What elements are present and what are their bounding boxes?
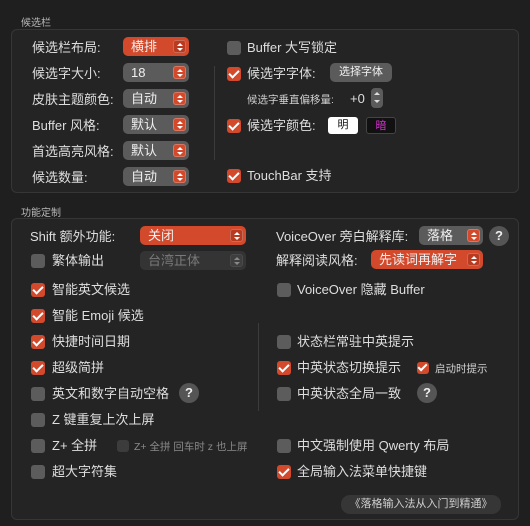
candidate-color-label: 候选字颜色: [247,118,316,133]
buffer-style-popup[interactable]: 默认 [123,115,189,134]
popup-arrows-icon [173,66,186,79]
choose-font-button[interactable]: 选择字体 [330,63,392,82]
voiceover-help-icon[interactable]: ? [489,226,509,246]
big-charset-label: 超大字符集 [52,464,118,479]
super-jianpin-label: 超级简拼 [52,360,105,375]
global-menu-shortcut-checkbox[interactable] [277,465,291,479]
highlight-style-label: 首选高亮风格: [32,144,114,159]
traditional-variant-popup: 台湾正体 [140,251,246,270]
startup-hint-checkbox[interactable] [417,362,429,374]
auto-space-help-icon[interactable]: ? [179,383,199,403]
touchbar-label: TouchBar 支持 [247,168,332,183]
force-qwerty-label: 中文强制使用 Qwerty 布局 [297,438,450,453]
auto-space-label: 英文和数字自动空格 [52,386,170,401]
traditional-output-checkbox[interactable] [31,254,45,268]
guide-link-button[interactable]: 《落格输入法从入门到精通》 [341,495,501,514]
vertical-offset-stepper[interactable] [371,88,383,108]
shift-function-value: 关闭 [148,228,175,243]
z-full-checkbox[interactable] [31,439,45,453]
font-size-value: 18 [131,65,146,80]
popup-arrows-icon [230,254,243,267]
count-label: 候选数量: [32,170,88,185]
column-divider [258,323,259,411]
force-qwerty-checkbox[interactable] [277,439,291,453]
global-state-help-icon[interactable]: ? [417,383,437,403]
quick-datetime-label: 快捷时间日期 [52,334,131,349]
skin-value: 自动 [131,91,158,106]
buffer-style-value: 默认 [131,117,158,132]
buffer-style-label: Buffer 风格: [32,118,100,133]
font-size-popup[interactable]: 18 [123,63,189,82]
smart-emoji-checkbox[interactable] [31,309,45,323]
reading-style-value: 先读词再解字 [379,252,458,267]
z-repeat-checkbox[interactable] [31,413,45,427]
font-size-label: 候选字大小: [32,66,101,81]
global-state-checkbox[interactable] [277,387,291,401]
count-popup[interactable]: 自动 [123,167,189,186]
popup-arrows-icon [230,229,243,242]
popup-arrows-icon [173,92,186,105]
z-full-label: Z+ 全拼 [52,438,98,453]
candidate-font-label: 候选字字体: [247,66,316,81]
vertical-offset-label: 候选字垂直偏移量: [247,94,334,106]
voiceover-hide-buffer-label: VoiceOver 隐藏 Buffer [297,282,425,297]
candidate-bar-section-title: 候选栏 [21,18,51,29]
status-bar-hint-checkbox[interactable] [277,335,291,349]
traditional-variant-value: 台湾正体 [148,253,201,268]
skin-label: 皮肤主题颜色: [32,92,114,107]
shift-function-label: Shift 额外功能: [30,229,116,244]
cn-en-switch-hint-checkbox[interactable] [277,361,291,375]
candidate-color-checkbox[interactable] [227,119,241,133]
quick-datetime-checkbox[interactable] [31,335,45,349]
features-section-title: 功能定制 [21,208,61,219]
buffer-caps-lock-label: Buffer 大写锁定 [247,40,338,55]
voiceover-hide-buffer-checkbox[interactable] [277,283,291,297]
popup-arrows-icon [173,40,186,53]
big-charset-checkbox[interactable] [31,465,45,479]
z-full-enter-label: Z+ 全拼 回车时 z 也上屏 [134,441,248,453]
highlight-style-popup[interactable]: 默认 [123,141,189,160]
startup-hint-label: 启动时提示 [435,363,488,375]
voiceover-lib-popup[interactable]: 落格 [419,226,483,245]
dark-color-swatch[interactable]: 暗 [366,117,396,134]
reading-style-label: 解释阅读风格: [276,253,358,268]
column-divider [214,66,215,160]
status-bar-hint-label: 状态栏常驻中英提示 [297,334,415,349]
vertical-offset-value: +0 [350,91,365,106]
global-menu-shortcut-label: 全局输入法菜单快捷键 [297,464,428,479]
reading-style-popup[interactable]: 先读词再解字 [371,250,483,269]
candidate-font-checkbox[interactable] [227,67,241,81]
smart-emoji-label: 智能 Emoji 候选 [52,308,144,323]
buffer-caps-lock-checkbox[interactable] [227,41,241,55]
popup-arrows-icon [173,144,186,157]
light-color-swatch[interactable]: 明 [328,117,358,134]
global-state-label: 中英状态全局一致 [297,386,402,401]
z-full-enter-checkbox [117,440,129,452]
popup-arrows-icon [467,253,480,266]
features-panel: Shift 额外功能: 关闭 VoiceOver 旁白解释库: 落格 ? 繁体输… [11,218,519,520]
cn-en-switch-hint-label: 中英状态切换提示 [297,360,402,375]
voiceover-lib-label: VoiceOver 旁白解释库: [276,229,409,244]
layout-label: 候选栏布局: [32,40,101,55]
auto-space-checkbox[interactable] [31,387,45,401]
smart-english-checkbox[interactable] [31,283,45,297]
highlight-style-value: 默认 [131,143,158,158]
skin-popup[interactable]: 自动 [123,89,189,108]
candidate-bar-panel: 候选栏布局: 横排 候选字大小: 18 皮肤主题颜色: 自动 Buffer 风格… [11,29,519,193]
traditional-output-label: 繁体输出 [52,253,105,268]
voiceover-lib-value: 落格 [427,228,454,243]
popup-arrows-icon [173,170,186,183]
count-value: 自动 [131,169,158,184]
popup-arrows-icon [173,118,186,131]
shift-function-popup[interactable]: 关闭 [140,226,246,245]
smart-english-label: 智能英文候选 [52,282,131,297]
layout-value: 横排 [131,39,158,54]
layout-popup[interactable]: 横排 [123,37,189,56]
touchbar-checkbox[interactable] [227,169,241,183]
popup-arrows-icon [467,229,480,242]
z-repeat-label: Z 键重复上次上屏 [52,412,155,427]
super-jianpin-checkbox[interactable] [31,361,45,375]
